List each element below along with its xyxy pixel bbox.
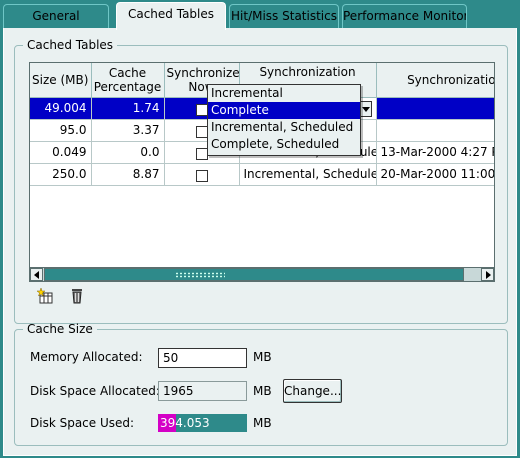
tab-hit-miss-statistics[interactable]: Hit/Miss Statistics bbox=[229, 4, 339, 28]
cell-cache-percentage[interactable]: 8.87 bbox=[91, 163, 165, 186]
scroll-left-arrow-icon[interactable] bbox=[30, 268, 43, 281]
cell-sync-start-time[interactable]: 13-Mar-2000 4:27 PM bbox=[376, 141, 494, 164]
memory-allocated-label: Memory Allocated: bbox=[30, 350, 143, 364]
dropdown-option-complete[interactable]: Complete bbox=[208, 102, 360, 119]
dropdown-option-complete-scheduled[interactable]: Complete, Scheduled bbox=[208, 136, 360, 153]
cell-cache-percentage[interactable]: 1.74 bbox=[91, 97, 165, 120]
tab-panel: Cached Tables Size (MB) Cache Percentage… bbox=[3, 28, 517, 456]
tab-performance-monitor[interactable]: Performance Monitor bbox=[342, 4, 467, 28]
add-table-icon[interactable] bbox=[36, 287, 55, 305]
cell-cache-percentage[interactable]: 3.37 bbox=[91, 119, 165, 142]
disk-used-unit-label: MB bbox=[253, 416, 272, 430]
cell-sync-start-time[interactable] bbox=[376, 97, 494, 120]
trash-icon[interactable] bbox=[68, 287, 86, 305]
disk-allocated-unit-label: MB bbox=[253, 384, 272, 398]
memory-unit-label: MB bbox=[253, 350, 272, 364]
column-header-cache-percentage[interactable]: Cache Percentage bbox=[91, 63, 165, 98]
tab-cached-tables[interactable]: Cached Tables bbox=[116, 2, 226, 30]
column-header-sync-start-time[interactable]: Synchronization Start Time bbox=[376, 63, 494, 98]
cell-size[interactable]: 250.0 bbox=[30, 163, 92, 186]
tab-general[interactable]: General bbox=[3, 4, 109, 28]
cell-size[interactable]: 0.049 bbox=[30, 141, 92, 164]
sync-now-checkbox[interactable] bbox=[195, 126, 208, 138]
change-button[interactable]: Change... bbox=[283, 379, 342, 403]
disk-space-used-value: 394.053 bbox=[160, 416, 210, 430]
cell-size[interactable]: 95.0 bbox=[30, 119, 92, 142]
scrollbar-grip bbox=[175, 272, 225, 278]
cell-synchronization[interactable]: Incremental, Scheduled bbox=[239, 163, 377, 186]
dropdown-option-incremental[interactable]: Incremental bbox=[208, 85, 360, 102]
synchronization-dropdown-list: Incremental Complete Incremental, Schedu… bbox=[207, 84, 361, 156]
disk-space-allocated-label: Disk Space Allocated: bbox=[30, 384, 160, 398]
tab-strip: General Cached Tables Hit/Miss Statistic… bbox=[0, 0, 520, 30]
cell-sync-now[interactable] bbox=[164, 163, 240, 186]
column-header-size[interactable]: Size (MB) bbox=[30, 63, 92, 98]
disk-space-used-label: Disk Space Used: bbox=[30, 416, 135, 430]
cell-sync-start-time[interactable] bbox=[376, 119, 494, 142]
horizontal-scrollbar[interactable] bbox=[30, 267, 494, 281]
cell-cache-percentage[interactable]: 0.0 bbox=[91, 141, 165, 164]
disk-space-used-bar: 394.053 bbox=[158, 414, 247, 432]
sync-now-checkbox[interactable] bbox=[195, 148, 208, 160]
memory-allocated-field[interactable]: 50 bbox=[158, 348, 247, 368]
sync-now-checkbox[interactable] bbox=[195, 104, 208, 116]
disk-space-allocated-field: 1965 bbox=[158, 381, 247, 401]
cached-tables-legend: Cached Tables bbox=[27, 38, 114, 52]
dropdown-option-incremental-scheduled[interactable]: Incremental, Scheduled bbox=[208, 119, 360, 136]
cache-size-legend: Cache Size bbox=[27, 322, 93, 336]
scroll-right-arrow-icon[interactable] bbox=[481, 268, 494, 281]
sync-now-checkbox[interactable] bbox=[195, 170, 208, 182]
cell-sync-start-time[interactable]: 20-Mar-2000 11:00 PM bbox=[376, 163, 494, 186]
table-row[interactable]: 250.0 8.87 Incremental, Scheduled 20-Mar… bbox=[30, 163, 494, 186]
cell-size[interactable]: 49.004 bbox=[30, 97, 92, 120]
scrollbar-thumb[interactable] bbox=[44, 268, 464, 281]
